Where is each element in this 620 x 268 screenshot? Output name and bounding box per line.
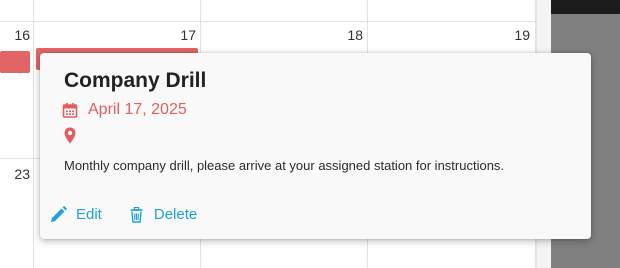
delete-label: Delete: [153, 206, 198, 223]
event-title: Company Drill: [64, 69, 207, 92]
grid-line: [0, 21, 536, 22]
grid-line: [33, 0, 34, 268]
edit-button[interactable]: Edit: [50, 206, 102, 223]
day-number[interactable]: 19: [500, 27, 530, 43]
calendar-event[interactable]: [0, 51, 30, 73]
trash-icon: [130, 206, 154, 223]
popover-actions: Edit Delete: [50, 206, 197, 223]
day-number[interactable]: 17: [166, 27, 196, 43]
event-date-row: April 17, 2025: [62, 100, 187, 120]
pencil-icon: [50, 206, 76, 223]
delete-button[interactable]: Delete: [130, 206, 197, 223]
backdrop-header: [551, 0, 620, 14]
calendar-icon: [62, 102, 88, 118]
day-number[interactable]: 23: [0, 166, 30, 182]
event-location-row: [64, 127, 78, 145]
event-popover: Company Drill April 17, 2025 Monthly com…: [40, 53, 591, 239]
edit-label: Edit: [76, 206, 102, 223]
event-date: April 17, 2025: [88, 101, 187, 118]
event-description: Monthly company drill, please arrive at …: [64, 158, 505, 173]
day-number[interactable]: 16: [0, 27, 30, 43]
map-pin-icon: [64, 127, 76, 148]
day-number[interactable]: 18: [333, 27, 363, 43]
